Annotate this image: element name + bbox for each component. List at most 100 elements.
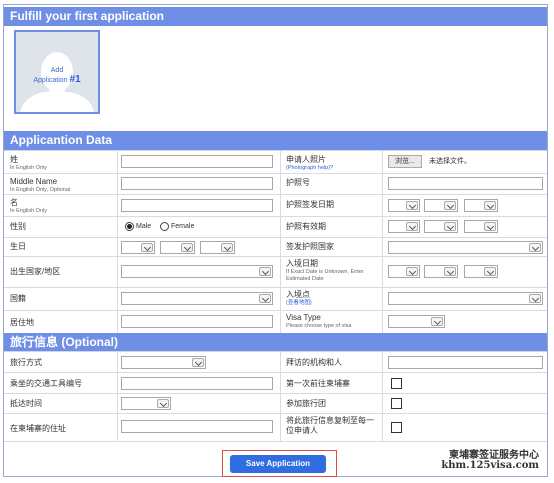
gender-female-radio[interactable] xyxy=(160,222,169,231)
birthday-year-select[interactable] xyxy=(121,241,155,254)
chevron-down-icon xyxy=(259,294,271,303)
issuing-country-select[interactable] xyxy=(388,241,543,254)
birth-place-label: 出生国家/地区 xyxy=(10,267,61,276)
surname-label-text: 姓 xyxy=(10,155,18,164)
entry-date-month-select[interactable] xyxy=(424,265,458,278)
entry-date-year-select[interactable] xyxy=(388,265,420,278)
passport-expiry-label: 护照有效期 xyxy=(286,222,326,231)
chevron-down-icon xyxy=(259,267,271,276)
form-row xyxy=(4,413,547,442)
application-form: Fulfill your first application Add Appli… xyxy=(3,4,548,477)
cambodia-address-label: 在柬埔寨的住址 xyxy=(10,424,66,433)
transport-no-input[interactable] xyxy=(121,377,273,390)
middle-name-label-text: Middle Name xyxy=(10,177,58,186)
gender-label: 性别 xyxy=(10,222,26,231)
passport-issue-day-select[interactable] xyxy=(464,199,498,212)
chevron-down-icon xyxy=(444,222,456,231)
gender-female-label: Female xyxy=(171,223,195,230)
chevron-down-icon xyxy=(181,243,193,252)
residence-label: 居住地 xyxy=(10,318,34,327)
travel-mode-select[interactable] xyxy=(121,356,206,369)
add-text: Add xyxy=(50,67,64,74)
form-row xyxy=(4,372,547,394)
nationality-label: 国籍 xyxy=(10,294,26,303)
chevron-down-icon xyxy=(406,201,418,210)
visa-type-select[interactable] xyxy=(388,315,445,328)
passport-issue-label: 护照签发日期 xyxy=(286,200,334,209)
chevron-down-icon xyxy=(221,243,233,252)
tour-group-checkbox[interactable] xyxy=(391,398,402,409)
birth-place-select[interactable] xyxy=(121,265,273,278)
application-data-grid: 姓 In English Only Middle Name In English… xyxy=(4,150,547,336)
arrival-time-label: 抵达时间 xyxy=(10,399,42,408)
save-button-highlight: Save Application xyxy=(222,450,337,477)
photo-help-link[interactable]: (Photograph help)? xyxy=(286,165,333,172)
passport-expiry-day-select[interactable] xyxy=(464,220,498,233)
application-text: Application xyxy=(33,77,68,84)
entry-date-label: 入境日期 If Exact Date is Unknown, Enter Est… xyxy=(286,259,378,283)
passport-issue-month-select[interactable] xyxy=(424,199,458,212)
copy-info-label: 将此旅行信息复制至每一位申请人 xyxy=(286,416,374,435)
add-application-tile[interactable]: Add Application #1 xyxy=(14,30,100,114)
no-file-text: 未选择文件。 xyxy=(429,158,471,165)
entry-point-select[interactable] xyxy=(388,292,543,305)
surname-hint: In English Only xyxy=(10,165,47,171)
travel-mode-label: 旅行方式 xyxy=(10,358,42,367)
chevron-down-icon xyxy=(192,358,204,367)
surname-input[interactable] xyxy=(121,155,273,168)
given-name-label: 名 In English Only xyxy=(10,198,47,215)
visa-type-label: Visa Type Please choose type of visa xyxy=(286,313,351,330)
browse-button[interactable]: 浏览... xyxy=(388,155,422,168)
chevron-down-icon xyxy=(157,399,169,408)
tour-group-label: 参加旅行团 xyxy=(286,399,326,408)
surname-label: 姓 In English Only xyxy=(10,155,47,172)
arrival-time-select[interactable] xyxy=(121,397,171,410)
visa-type-label-text: Visa Type xyxy=(286,313,321,322)
travel-info-grid: 旅行方式 乘坐的交通工具编号 抵达时间 在柬埔寨的住址 拜访的机构和人 第一次前… xyxy=(4,351,547,442)
save-application-button[interactable]: Save Application xyxy=(230,455,326,473)
view-map-link[interactable]: (查看地图) xyxy=(286,300,312,307)
chevron-down-icon xyxy=(431,317,443,326)
passport-expiry-month-select[interactable] xyxy=(424,220,458,233)
fulfill-header: Fulfill your first application xyxy=(4,7,547,26)
birthday-month-select[interactable] xyxy=(160,241,195,254)
passport-expiry-year-select[interactable] xyxy=(388,220,420,233)
residence-input[interactable] xyxy=(121,315,273,328)
copy-info-checkbox[interactable] xyxy=(391,422,402,433)
first-time-checkbox[interactable] xyxy=(391,378,402,389)
nationality-select[interactable] xyxy=(121,292,273,305)
chevron-down-icon xyxy=(529,294,541,303)
entry-date-hint: If Exact Date is Unknown, Enter Estimate… xyxy=(286,269,364,282)
middle-name-hint: In English Only, Optional xyxy=(10,187,71,193)
given-name-input[interactable] xyxy=(121,199,273,212)
chevron-down-icon xyxy=(406,222,418,231)
chevron-down-icon xyxy=(529,243,541,252)
entry-point-label: 入境点 (查看地图) xyxy=(286,290,312,307)
gender-male-label: Male xyxy=(136,223,152,230)
chevron-down-icon xyxy=(444,267,456,276)
passport-no-input[interactable] xyxy=(388,177,543,190)
issuing-country-label: 签发护照国家 xyxy=(286,242,334,251)
application-number: #1 xyxy=(69,74,81,85)
middle-name-input[interactable] xyxy=(121,177,273,190)
passport-no-label: 护照号 xyxy=(286,178,310,187)
birthday-day-select[interactable] xyxy=(200,241,235,254)
passport-issue-year-select[interactable] xyxy=(388,199,420,212)
visit-org-input[interactable] xyxy=(388,356,543,369)
middle-name-label: Middle Name In English Only, Optional xyxy=(10,177,70,194)
travel-info-header: 旅行信息 (Optional) xyxy=(4,333,547,351)
watermark-url: khm.125visa.com xyxy=(441,460,539,471)
photo-label-text: 申请人照片 xyxy=(286,155,326,164)
transport-no-label: 乘坐的交通工具编号 xyxy=(10,379,82,388)
application-data-header: Applicantion Data xyxy=(4,131,547,150)
gender-male-radio[interactable] xyxy=(125,222,134,231)
chevron-down-icon xyxy=(484,201,496,210)
chevron-down-icon xyxy=(484,222,496,231)
chevron-down-icon xyxy=(406,267,418,276)
given-name-label-text: 名 xyxy=(10,198,18,207)
entry-point-label-text: 入境点 xyxy=(286,290,310,299)
entry-date-day-select[interactable] xyxy=(464,265,498,278)
cambodia-address-input[interactable] xyxy=(121,420,273,433)
add-application-label: Add Application #1 xyxy=(16,66,98,85)
chevron-down-icon xyxy=(484,267,496,276)
